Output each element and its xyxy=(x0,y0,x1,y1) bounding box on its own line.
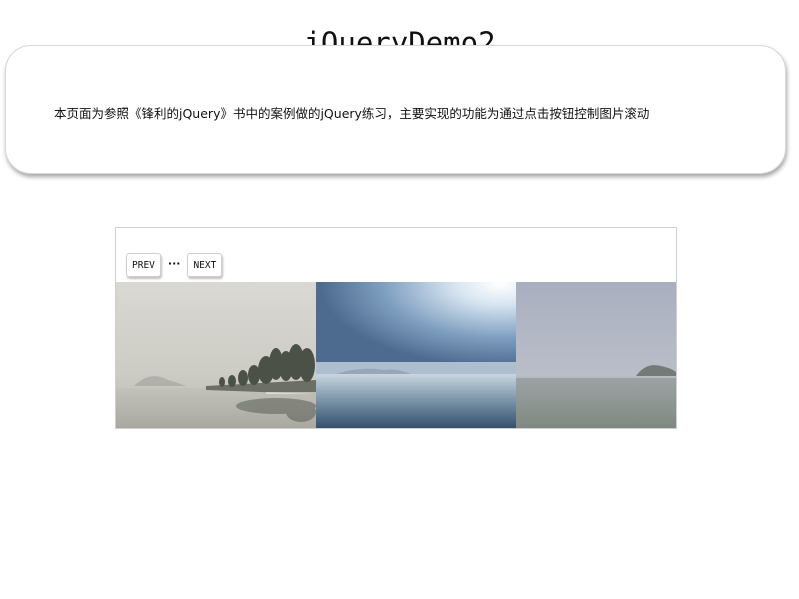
blue-sky-lake-photo xyxy=(316,282,516,428)
photo-strip xyxy=(116,282,676,428)
ellipsis-indicator: ··· xyxy=(167,256,181,270)
next-button[interactable]: NEXT xyxy=(187,253,223,277)
hazy-lake-island-photo xyxy=(516,282,676,428)
prev-button[interactable]: PREV xyxy=(126,253,161,277)
page: jQueryDemo2 本页面为参照《锋利的jQuery》书中的案例做的jQue… xyxy=(0,0,799,599)
image-slider: PREV ··· NEXT xyxy=(115,227,677,429)
slider-controls: PREV ··· NEXT xyxy=(126,253,223,277)
intro-text: 本页面为参照《锋利的jQuery》书中的案例做的jQuery练习，主要实现的功能… xyxy=(54,106,650,121)
misty-lake-trees-photo xyxy=(116,282,316,428)
intro-card: 本页面为参照《锋利的jQuery》书中的案例做的jQuery练习，主要实现的功能… xyxy=(5,45,786,174)
